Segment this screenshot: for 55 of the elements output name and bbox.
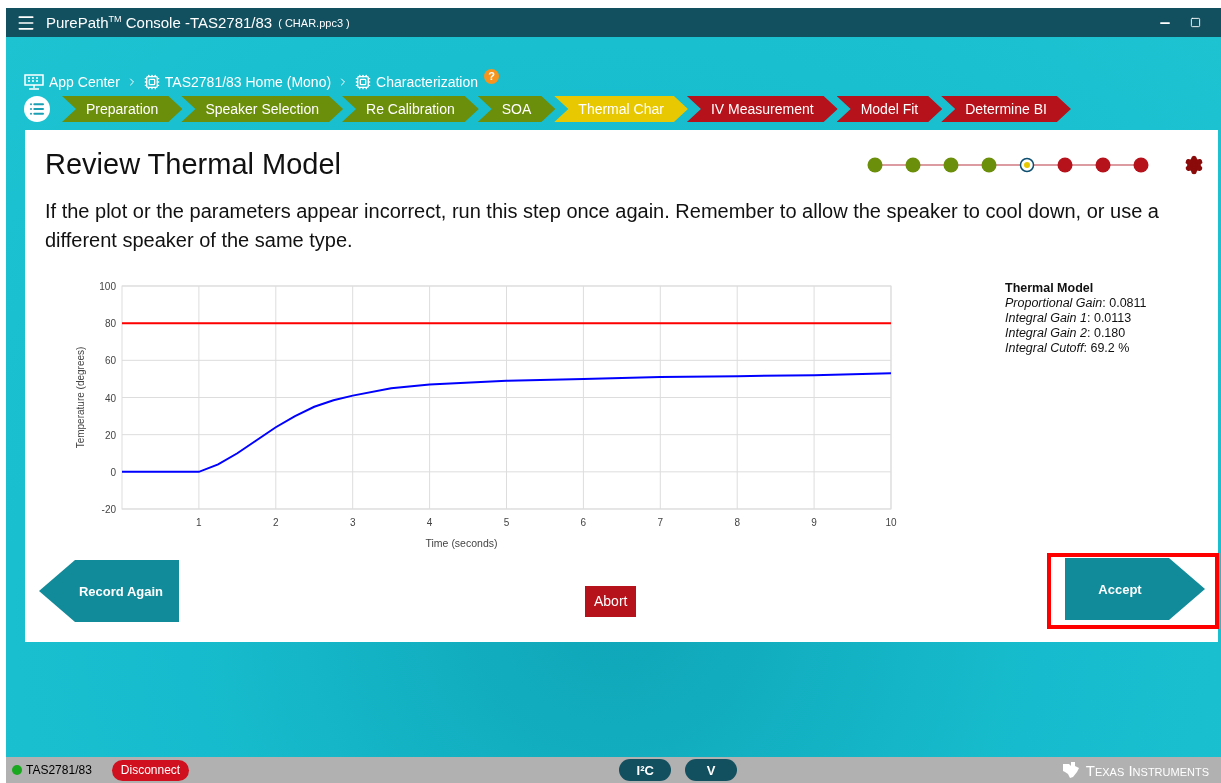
tick-label: 1 [196, 517, 202, 528]
tick-label: 40 [104, 392, 116, 404]
tick-label: 20 [104, 429, 116, 441]
breadcrumb-link[interactable]: TAS2781/83 Home (Mono) [143, 74, 332, 90]
step-tab[interactable]: IV Measurement [686, 96, 838, 122]
page-title: Review Thermal Model [45, 148, 342, 181]
instruction-text: If the plot or the parameters appear incorrect, run this step once again. Remember to allow the speaker to cool down, or use a different speaker of the same type. [45, 199, 1160, 253]
step-tab[interactable]: Model Fit [836, 96, 943, 122]
tick-label: 4 [426, 517, 433, 528]
brand-name: Texas Instruments [1085, 761, 1209, 779]
file-name: ( CHAR.ppc3 ) [278, 16, 350, 29]
steps-menu-button[interactable] [24, 96, 50, 122]
tick-label: 2 [273, 517, 279, 528]
model-parameter: Proportional Gain: 0.0811 [1005, 296, 1147, 311]
breadcrumb-link[interactable]: App Center [24, 74, 120, 90]
disconnect-button[interactable]: Disconnect [111, 759, 190, 781]
mode-button[interactable]: V [685, 759, 738, 781]
breadcrumb-link[interactable]: Characterization [355, 74, 479, 90]
step-tab[interactable]: Preparation [62, 96, 183, 122]
axis-title: Temperature (degrees) [75, 346, 86, 449]
tick-label: 6 [580, 517, 587, 528]
device-name: TAS2781/83 [26, 763, 92, 777]
monitor-icon [24, 74, 44, 90]
step-tab[interactable]: Determine BI [941, 96, 1071, 122]
model-parameter: Integral Gain 1: 0.0113 [1005, 311, 1133, 326]
mode-button[interactable]: I²C [619, 759, 672, 781]
step-tab[interactable]: SOA [477, 96, 556, 122]
tick-label: -20 [101, 504, 116, 515]
accept-button[interactable]: Accept [1065, 558, 1205, 620]
help-icon[interactable]: ? [484, 68, 500, 84]
maximize-icon[interactable] [1190, 17, 1201, 28]
logo-icon [1061, 761, 1080, 779]
tick-label: 9 [811, 517, 817, 528]
tick-label: 7 [657, 517, 664, 528]
tick-label: 0 [110, 466, 116, 478]
tick-label: 3 [349, 517, 356, 528]
tick-label: 60 [104, 355, 116, 367]
tick-label: 5 [503, 517, 510, 528]
list-icon [29, 101, 45, 117]
chip-icon [355, 74, 372, 90]
tick-label: 100 [99, 281, 116, 292]
record-again-button[interactable]: Record Again [39, 560, 179, 622]
window-title: PurePath$^{TM}$ Console -TAS2781/83 [46, 14, 273, 31]
tick-label: 10 [885, 517, 897, 528]
model-parameter: Integral Cutoff: 69.2 % [1005, 341, 1131, 356]
tick-label: 80 [104, 318, 116, 330]
step-tab[interactable]: Speaker Selection [181, 96, 344, 122]
settings-icon[interactable] [1184, 154, 1204, 175]
abort-button[interactable]: Abort [585, 585, 637, 617]
model-title: Thermal Model [1005, 281, 1095, 296]
tick-label: 8 [734, 517, 740, 528]
model-parameter: Integral Gain 2: 0.180 [1005, 326, 1127, 341]
axis-title: Time (seconds) [425, 537, 498, 549]
chip-icon [143, 74, 160, 90]
step-tab[interactable]: Re Calibration [342, 96, 479, 122]
